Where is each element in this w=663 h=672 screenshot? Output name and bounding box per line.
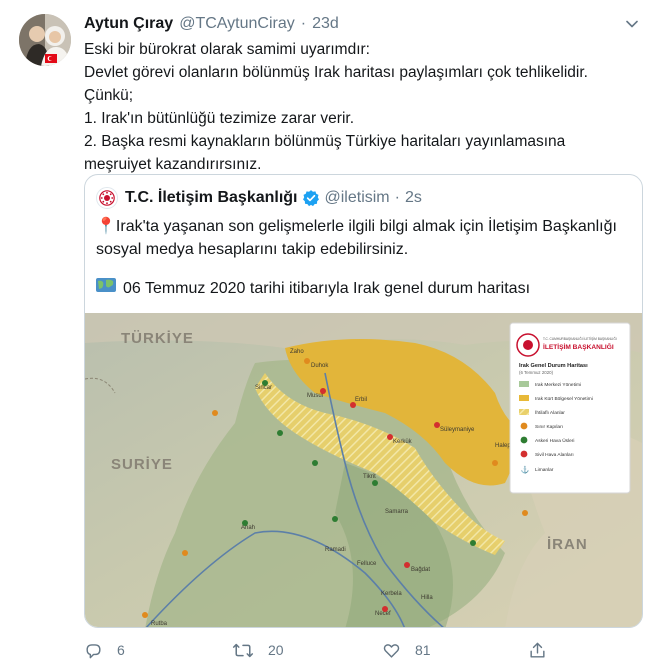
pin-emoji-icon: 📍 <box>96 218 116 235</box>
map-city-label: Rutba <box>151 621 168 627</box>
map-label-suriye: SURİYE <box>111 456 173 473</box>
legend-item-label: Irak Merkezi Yönetimi <box>535 382 581 388</box>
map-city-label: Samarra <box>385 509 409 515</box>
more-options-chevron-icon[interactable] <box>621 13 643 35</box>
map-city-label: Felluce <box>357 561 377 567</box>
map-city-label: Tikrit <box>363 474 376 480</box>
map-city-label: Necef <box>375 611 391 617</box>
map-city-label: Zaho <box>290 349 304 355</box>
world-map-emoji-icon <box>96 277 116 300</box>
map-city-label: Duhok <box>311 363 329 369</box>
tweet-actions: 6 20 81 <box>84 638 564 662</box>
author-handle[interactable]: @TCAytunCiray <box>179 15 295 33</box>
reply-count: 6 <box>117 642 125 658</box>
legend-item-label: Sınır Kapıları <box>535 424 563 430</box>
map-city-label: Bağdat <box>411 567 430 573</box>
reply-icon <box>86 643 101 658</box>
map-legend: T.C. CUMHURBAŞKANLIĞI İLETİŞİM BAŞKANLIĞ… <box>509 322 631 494</box>
legend-date: (6 Temmuz 2020) <box>519 370 554 375</box>
tweet-text-line: 2. Başka resmi kaynakların bölünmüş Türk… <box>84 133 566 150</box>
iraq-situation-map[interactable]: TÜRKİYE SURİYE İRAN Duhok Zaho Erbil Ker… <box>85 313 642 628</box>
like-count: 81 <box>415 642 431 658</box>
separator-dot: · <box>300 15 307 32</box>
quoted-author-handle[interactable]: @iletisim <box>325 189 390 207</box>
tweet-header: Aytun Çıray @TCAytunCiray · 23d <box>84 14 339 34</box>
map-city-label: Musul <box>307 393 323 399</box>
retweet-button[interactable]: 20 <box>232 638 284 662</box>
heart-icon <box>383 643 400 658</box>
legend-item-label: Irak Kürt Bölgesel Yönetimi <box>535 396 593 402</box>
map-city-label: Kerkük <box>393 439 413 445</box>
tweet-text-line: Devlet görevi olanların bölünmüş Irak ha… <box>84 64 588 81</box>
quoted-text-line-3: 06 Temmuz 2020 tarihi itibarıyla Irak ge… <box>123 280 531 297</box>
tweet: Aytun Çıray @TCAytunCiray · 23d Eski bir… <box>0 0 663 672</box>
quoted-text-line: 📍Irak'ta yaşanan son gelişmelerle ilgili… <box>96 215 636 238</box>
separator-dot: · <box>394 189 400 206</box>
map-city-label: Sincar <box>255 385 272 391</box>
anchor-icon: ⚓ <box>521 465 530 474</box>
map-label-iran: İRAN <box>547 536 588 553</box>
legend-item-label: Limanlar <box>535 467 554 473</box>
quoted-author-name[interactable]: T.C. İletişim Başkanlığı <box>125 189 298 207</box>
legend-org: İLETİŞİM BAŞKANLIĞI <box>543 342 614 351</box>
quoted-avatar[interactable] <box>96 187 118 209</box>
map-city-label: Erbil <box>355 397 367 403</box>
quoted-tweet[interactable]: T.C. İletişim Başkanlığı @iletisim · 2s … <box>84 174 643 628</box>
map-city-label: Kerbela <box>381 591 402 597</box>
author-name[interactable]: Aytun Çıray <box>84 15 173 33</box>
map-city-label: Hilla <box>421 595 433 601</box>
share-icon <box>530 642 545 658</box>
map-label-turkiye: TÜRKİYE <box>121 330 194 347</box>
legend-item-label: İhtilaflı Alanlar <box>535 409 565 416</box>
tweet-time[interactable]: 23d <box>312 15 339 33</box>
map-city-label: Süleymaniye <box>440 427 475 433</box>
quoted-text: 📍Irak'ta yaşanan son gelişmelerle ilgili… <box>96 215 636 261</box>
quoted-time[interactable]: 2s <box>405 189 422 207</box>
tweet-text: Eski bir bürokrat olarak samimi uyarımdı… <box>84 38 644 176</box>
tweet-text-line: Eski bir bürokrat olarak samimi uyarımdı… <box>84 41 370 58</box>
legend-item-label: Sivil Hava Alanları <box>535 452 574 458</box>
quoted-text-line-1: Irak'ta yaşanan son gelişmelerle ilgili … <box>115 218 617 235</box>
reply-button[interactable]: 6 <box>84 638 125 662</box>
legend-org-small: T.C. CUMHURBAŞKANLIĞI İLETİŞİM BAŞKANLIĞ… <box>543 336 617 341</box>
quoted-text-line-2: sosyal medya hesaplarını takip edebilirs… <box>96 241 409 258</box>
author-avatar[interactable] <box>19 14 71 66</box>
map-city-label: Ramadi <box>325 547 346 553</box>
quoted-header: T.C. İletişim Başkanlığı @iletisim · 2s <box>96 187 422 209</box>
retweet-count: 20 <box>268 642 284 658</box>
share-button[interactable] <box>528 638 561 662</box>
legend-title: Irak Genel Durum Haritası <box>519 363 588 369</box>
legend-item-label: Askeri Hava Üsleri <box>535 437 574 444</box>
like-button[interactable]: 81 <box>382 638 431 662</box>
tweet-text-line: Çünkü; <box>84 87 134 104</box>
retweet-icon <box>232 643 254 657</box>
tweet-text-line: meşruiyet kazandırırsınız. <box>84 156 262 173</box>
tweet-text-line: 1. Irak'ın bütünlüğü tezimize zarar veri… <box>84 110 355 127</box>
map-city-label: Anah <box>241 525 255 531</box>
quoted-map-caption: 06 Temmuz 2020 tarihi itibarıyla Irak ge… <box>96 277 530 300</box>
verified-badge-icon <box>302 190 319 207</box>
